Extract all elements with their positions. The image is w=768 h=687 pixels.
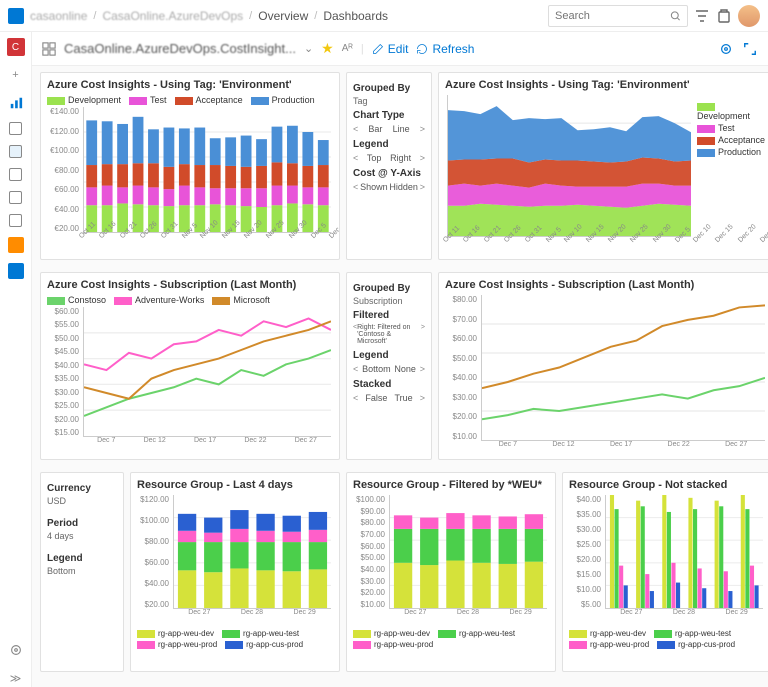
dashboard-title[interactable]: CasaOnline.AzureDevOps.CostInsight... <box>64 41 296 56</box>
edit-button[interactable]: Edit <box>372 42 409 56</box>
widget-title: Resource Group - Last 4 days <box>137 479 333 491</box>
widget-sub-line2[interactable]: Azure Cost Insights - Subscription (Last… <box>438 272 768 460</box>
widget-title: Azure Cost Insights - Using Tag: 'Enviro… <box>47 79 333 91</box>
boards-icon[interactable] <box>9 122 22 135</box>
overview-icon[interactable] <box>7 94 25 112</box>
user-avatar[interactable] <box>738 5 760 27</box>
favorite-icon[interactable]: ★ <box>321 40 334 57</box>
dashboard-header: CasaOnline.AzureDevOps.CostInsight... ⌄ … <box>32 32 768 66</box>
search-icon <box>670 10 681 22</box>
refresh-icon <box>416 43 428 55</box>
widget-env-options: Grouped ByTag Chart Type BarLine Legend … <box>346 72 432 260</box>
project-icon[interactable]: C <box>7 38 25 56</box>
widget-env-area[interactable]: Azure Cost Insights - Using Tag: 'Enviro… <box>438 72 768 260</box>
widget-sub-options: Grouped BySubscription Filtered Right: F… <box>346 272 432 460</box>
left-nav: C + ≫ <box>0 32 32 687</box>
cost-toggle[interactable]: ShownHidden <box>353 181 425 193</box>
search-box[interactable] <box>548 5 688 27</box>
widget-title: Resource Group - Not stacked <box>569 479 765 491</box>
chart-area: $60.00$55.00$50.00$45.00$40.00$35.00$30.… <box>47 307 333 451</box>
search-input[interactable] <box>555 10 670 22</box>
breadcrumb-dashboards[interactable]: Dashboards <box>323 9 388 23</box>
breadcrumb-org[interactable]: casaonline <box>30 9 87 23</box>
refresh-button[interactable]: Refresh <box>416 42 474 56</box>
chart-area: $120.00$100.00$80.00$60.00$40.00$20.00 D… <box>137 495 333 623</box>
repos-icon[interactable] <box>9 168 22 181</box>
widget-title: Azure Cost Insights - Using Tag: 'Enviro… <box>445 79 767 91</box>
legend: rg-app-weu-devrg-app-weu-test rg-app-weu… <box>353 629 549 649</box>
marketplace-icon[interactable] <box>716 8 732 24</box>
widget-title: Azure Cost Insights - Subscription (Last… <box>47 279 333 291</box>
widget-env-bar[interactable]: Azure Cost Insights - Using Tag: 'Enviro… <box>40 72 340 260</box>
widget-left-options: CurrencyUSD Period4 days LegendBottom <box>40 472 124 672</box>
filter-toggle[interactable]: Right: Filtered on 'Contoso & Microsoft' <box>353 323 425 346</box>
dashboard-icon <box>42 42 56 56</box>
widget-sub-line1[interactable]: Azure Cost Insights - Subscription (Last… <box>40 272 340 460</box>
legend: rg-app-weu-devrg-app-weu-test rg-app-weu… <box>569 629 765 649</box>
add-icon[interactable]: + <box>7 66 25 84</box>
test-plans-icon[interactable] <box>9 214 22 227</box>
chart-area: $40.00$35.00$30.00$25.00$20.00$15.00$10.… <box>569 495 765 623</box>
legend-toggle[interactable]: BottomNone <box>353 363 425 375</box>
widget-rg-filtered[interactable]: Resource Group - Filtered by *WEU* $100.… <box>346 472 556 672</box>
extension-icon[interactable] <box>8 263 24 279</box>
legend-toggle[interactable]: TopRight <box>353 152 425 164</box>
pipelines-icon[interactable] <box>9 191 22 204</box>
widget-rg-notstacked[interactable]: Resource Group - Not stacked $40.00$35.0… <box>562 472 768 672</box>
widget-title: Resource Group - Filtered by *WEU* <box>353 479 549 491</box>
chevron-down-icon[interactable]: ⌄ <box>304 42 313 55</box>
pencil-icon <box>372 43 384 55</box>
team-icon[interactable]: Aᴿ <box>342 43 353 54</box>
configure-icon[interactable] <box>718 41 734 57</box>
artifacts-icon[interactable] <box>8 237 24 253</box>
legend: Development Test Acceptance Production <box>47 95 333 105</box>
top-bar: casaonline / CasaOnline.AzureDevOps / Ov… <box>0 0 768 32</box>
chart-area: Oct 11Oct 16Oct 21Oct 26Oct 31Nov 5Nov 1… <box>445 95 693 251</box>
breadcrumb-project[interactable]: CasaOnline.AzureDevOps <box>102 9 243 23</box>
legend: rg-app-weu-devrg-app-weu-test rg-app-weu… <box>137 629 333 649</box>
legend: Constoso Adventure-Works Microsoft <box>47 295 333 305</box>
azure-devops-logo-icon[interactable] <box>8 8 24 24</box>
breadcrumb-overview[interactable]: Overview <box>258 9 308 23</box>
chart-area: $80.00$70.00$60.00$50.00$40.00$30.00$20.… <box>445 295 767 455</box>
dashboards-icon[interactable] <box>9 145 22 158</box>
fullscreen-icon[interactable] <box>742 41 758 57</box>
collapse-icon[interactable]: ≫ <box>7 669 25 687</box>
chart-area: €140.00€120.00€100.00€80.00€60.00€40.00€… <box>47 107 333 247</box>
stack-toggle[interactable]: FalseTrue <box>353 392 425 404</box>
chart-area: $100.00$90.00$80.00$70.00$60.00$50.00$40… <box>353 495 549 623</box>
settings-icon[interactable] <box>7 641 25 659</box>
filter-icon[interactable] <box>694 8 710 24</box>
chart-type-toggle[interactable]: BarLine <box>353 123 425 135</box>
widget-title: Azure Cost Insights - Subscription (Last… <box>445 279 767 291</box>
widget-rg-last4days[interactable]: Resource Group - Last 4 days $120.00$100… <box>130 472 340 672</box>
